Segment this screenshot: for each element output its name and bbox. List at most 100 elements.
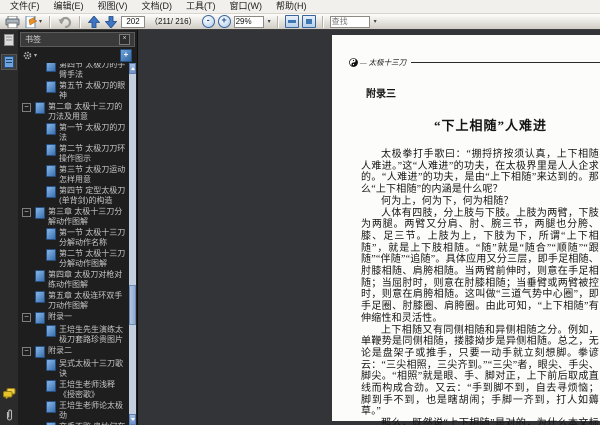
bookmark-page-icon [46,144,56,156]
bookmark-label: 吴式太极十三刀歌诀 [59,359,123,378]
toolbar-separator [321,15,324,28]
bookmark-label: 第二节 太极刀刀环操作图示 [59,144,126,163]
bookmark-label: 第四节 定型太极刀(单背剑)的构造 [59,186,126,205]
page-running-header: — 太极十三刀 [349,57,600,68]
next-page-button[interactable] [104,15,118,29]
bookmark-item[interactable]: − 第三节 太极刀运动怎样用意 [18,165,128,185]
collapse-toggle-icon[interactable]: − [22,347,31,356]
bookmark-page-icon [46,123,56,135]
attachments-panel-button[interactable] [2,408,16,422]
options-gear-icon[interactable] [23,51,32,60]
bookmark-item[interactable]: − 第四节 定型太极刀(单背剑)的构造 [18,186,128,206]
menu-item[interactable]: 文件(F) [3,0,47,13]
zoom-in-button[interactable]: + [217,15,231,28]
previous-view-button[interactable] [57,15,73,29]
export-icon [25,15,38,28]
zoom-out-button[interactable]: - [201,15,215,28]
document-view[interactable]: — 太极十三刀 附录三 “下上相随”人难进 太极拳打手歌曰：“掤捋挤按须认真，上… [138,30,600,425]
bookmarks-panel-button[interactable] [1,54,17,70]
taiji-icon [349,58,358,67]
menu-item[interactable]: 窗口(W) [223,0,270,13]
zoom-dropdown-icon[interactable]: ▾ [268,18,271,25]
bookmark-item[interactable]: − 第四章 太极刀对枪对练动作图解 [18,270,128,290]
paragraph: 上下相随又有同侧相随和异侧相随之分。例如，单鞭势是同侧相随，搂膝拗步是异侧相随。… [361,324,599,418]
export-button[interactable]: ▾ [24,15,43,29]
collapse-toggle-icon[interactable]: − [22,313,31,322]
menu-item[interactable]: 编辑(E) [47,0,91,13]
pdf-reader-window: 文件(F) 编辑(E) 视图(V) 文档(D) 工具(T) 窗口(W) 帮助(H) ▾ [0,0,600,425]
previous-view-icon [58,16,72,28]
bookmark-item[interactable]: − 第一节 太极十三刀分解动作名称 [18,228,128,248]
bookmark-item[interactable]: − 吴式太极十三刀歌诀 [18,359,128,379]
find-dropdown-icon[interactable]: ▾ [374,18,377,25]
bookmark-label: 王培生老师浅释《授密歌》 [59,380,115,399]
next-page-icon [105,15,118,28]
bookmark-item[interactable]: − 第三章 太极十三刀分解动作图解 [18,207,128,227]
page-number-input[interactable] [121,15,146,28]
bookmark-item[interactable]: − 王培生老师论太极劲 [18,401,128,421]
header-rule [411,62,600,63]
scrollbar-thumb[interactable] [129,284,136,325]
bookmark-label: 第五章 太极连环双手刀动作图解 [48,291,123,310]
appendix-label: 附录三 [366,89,396,100]
bookmark-item[interactable]: − 第一节 太极刀的刀法 [18,123,128,143]
bookmarks-panel: 书签 × ▾ + − 第四节 太极刀的手臂手法 − [18,30,138,425]
bookmark-page-icon [46,63,56,72]
menu-item[interactable]: 文档(D) [135,0,180,13]
comments-panel-button[interactable] [2,386,16,400]
bookmark-page-icon [35,291,45,303]
bookmark-page-icon [35,102,45,114]
menu-item[interactable]: 工具(T) [179,0,223,13]
bookmark-item[interactable]: − 第五节 太极刀的眼神 [18,81,128,101]
bookmark-page-icon [46,228,56,240]
bookmark-item[interactable]: − 第二节 太极十三刀分解动作图解 [18,249,128,269]
print-button[interactable] [4,15,21,29]
paragraph: 那么，既然说“上下相随”是对的，为什么本文标题用 [381,418,599,425]
menubar: 文件(F) 编辑(E) 视图(V) 文档(D) 工具(T) 窗口(W) 帮助(H) [0,0,600,14]
zoom-level-input[interactable] [233,15,264,28]
bookmark-page-icon [46,81,56,93]
previous-page-button[interactable] [87,15,101,29]
bookmark-item[interactable]: − 附录二 [18,346,128,358]
paragraph: 何为上，何为下，何为相随？ [381,195,514,207]
menu-item[interactable]: 帮助(H) [269,0,314,13]
bookmark-label: 王培生先生演练太极刀套路珍贵图片 [59,325,123,344]
bookmark-item[interactable]: − 第二章 太极十三刀的刀法及用意 [18,102,128,122]
bookmark-label: 第二节 太极十三刀分解动作图解 [59,249,126,268]
scroll-up-button[interactable] [129,63,136,74]
bookmark-label: 第二章 太极十三刀的刀法及用意 [48,102,123,121]
bookmark-label: 附录二 [48,346,72,355]
fit-page-icon[interactable] [301,15,316,28]
menu-item[interactable]: 视图(V) [91,0,135,13]
header-dash: — [360,58,367,67]
bookmark-item[interactable]: − 第二节 太极刀刀环操作图示 [18,144,128,164]
pages-panel-button[interactable] [2,33,16,47]
bookmark-page-icon [46,325,56,337]
bookmark-label: 第三节 太极刀运动怎样用意 [59,165,126,184]
bookmark-item[interactable]: − 王培生先生演练太极刀套路珍贵图片 [18,325,128,345]
bookmark-item[interactable]: − 附录一 [18,312,128,324]
scrollbar-track[interactable] [129,74,136,414]
options-dropdown-icon[interactable]: ▾ [34,52,37,59]
pages-panel-icon [4,34,14,46]
navigation-strip [0,30,18,425]
bookmarks-scrollbar[interactable] [129,63,136,425]
find-input[interactable] [329,15,370,28]
close-panel-button[interactable]: × [119,34,130,45]
article-title: “下上相随”人难进 [433,118,547,133]
paragraph: 太极拳打手歌曰：“掤捋挤按须认真，上下相随人难进。”这“人难进”的功夫，在太极界… [361,149,599,196]
bookmarks-panel-header: 书签 × [20,32,135,47]
main-area: 书签 × ▾ + − 第四节 太极刀的手臂手法 − [0,30,600,425]
bookmark-label: 王培生老师论太极劲 [59,401,123,420]
bookmark-item[interactable]: − 第四节 太极刀的手臂手法 [18,63,128,80]
fit-width-icon[interactable] [284,15,299,28]
collapse-toggle-icon[interactable]: − [22,103,31,112]
attachments-icon [6,409,12,421]
export-dropdown-icon[interactable]: ▾ [39,18,42,25]
new-bookmark-button[interactable]: + [120,49,132,62]
collapse-toggle-icon[interactable]: − [22,208,31,217]
scroll-down-button[interactable] [129,414,136,425]
bookmark-item[interactable]: − 王培生老师浅释《授密歌》 [18,380,128,400]
bookmarks-panel-icon [4,56,14,68]
bookmark-item[interactable]: − 第五章 太极连环双手刀动作图解 [18,291,128,311]
